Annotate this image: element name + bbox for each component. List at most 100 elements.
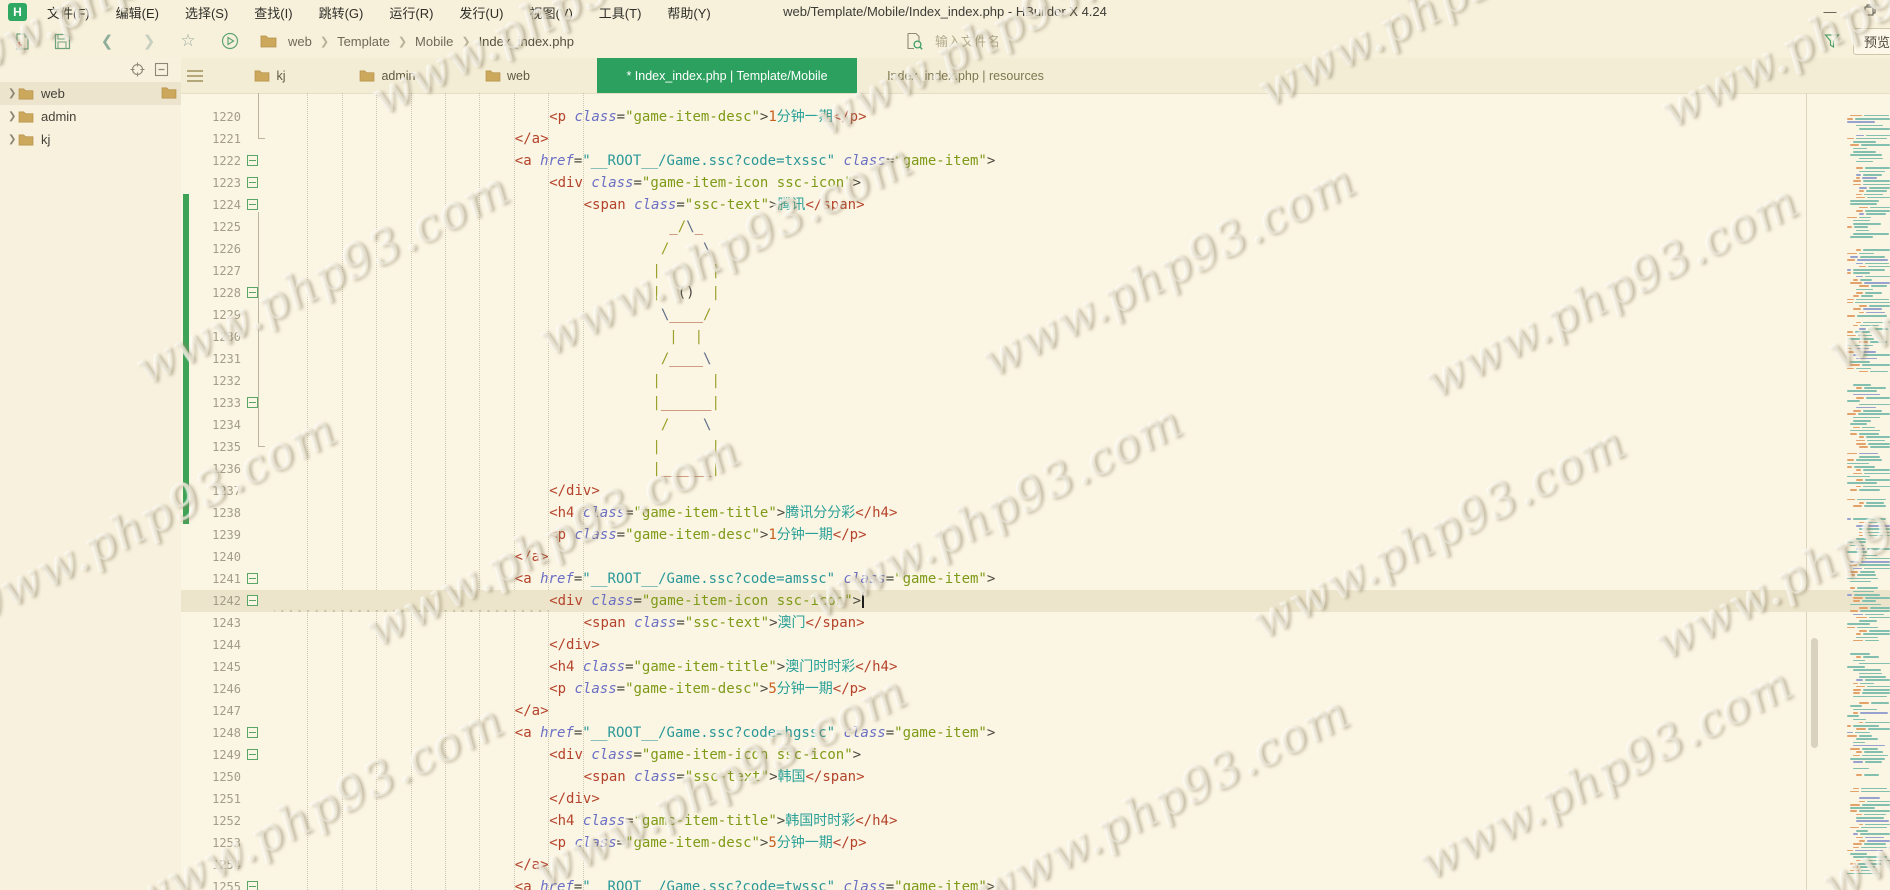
sidebar-item-kj[interactable]: ❯kj — [0, 128, 181, 151]
code-line-1225[interactable]: 1225 _/\_ — [181, 216, 1890, 238]
code-line-1230[interactable]: 1230 | | — [181, 326, 1890, 348]
fold-marker[interactable] — [247, 397, 258, 408]
chevron-right-icon[interactable]: ❯ — [8, 134, 18, 145]
forward-icon[interactable]: ❯ — [139, 31, 159, 51]
code-line-1221[interactable]: 1221</a> — [181, 128, 1890, 150]
breadcrumb-item-3[interactable]: Index_index.php — [479, 34, 574, 49]
menu-item-4[interactable]: 跳转(G) — [306, 3, 377, 22]
code-line-1248[interactable]: 1248<a href="__ROOT__/Game.ssc?code=hgss… — [181, 722, 1890, 744]
scrollbar-thumb[interactable] — [1811, 638, 1818, 748]
code-line-1232[interactable]: 1232| | — [181, 370, 1890, 392]
code-line-1233[interactable]: 1233|______| — [181, 392, 1890, 414]
collapse-all-icon[interactable] — [154, 62, 169, 77]
minimap-mark — [1859, 630, 1890, 632]
minimap-mark — [1853, 410, 1890, 412]
fold-marker[interactable] — [247, 573, 258, 584]
menu-item-1[interactable]: 编辑(E) — [103, 3, 172, 22]
code-line-1255[interactable]: 1255<a href="__ROOT__/Game.ssc?code=twss… — [181, 876, 1890, 890]
minimap[interactable] — [1845, 105, 1890, 890]
tab-list-icon[interactable] — [187, 67, 203, 81]
code-line-1237[interactable]: 1237</div> — [181, 480, 1890, 502]
fold-marker[interactable] — [247, 881, 258, 890]
minimap-mark — [1845, 495, 1890, 497]
fold-marker[interactable] — [247, 155, 258, 166]
minimap-mark — [1853, 600, 1890, 602]
tab-0[interactable]: kj — [235, 58, 305, 93]
code-line-1239[interactable]: 1239<p class="game-item-desc">1分钟一期</p> — [181, 524, 1890, 546]
locate-file-icon[interactable] — [130, 62, 145, 77]
code-line-1247[interactable]: 1247</a> — [181, 700, 1890, 722]
maximize-button[interactable] — [1864, 4, 1880, 20]
code-line-1231[interactable]: 1231 /____\ — [181, 348, 1890, 370]
funnel-icon[interactable] — [1822, 31, 1842, 51]
code-line-1244[interactable]: 1244</div> — [181, 634, 1890, 656]
breadcrumb-item-2[interactable]: Mobile — [415, 34, 453, 49]
code-line-1223[interactable]: 1223<div class="game-item-icon ssc-icon"… — [181, 172, 1890, 194]
code-line-1222[interactable]: 1222<a href="__ROOT__/Game.ssc?code=txss… — [181, 150, 1890, 172]
menu-item-6[interactable]: 发行(U) — [446, 3, 516, 22]
back-icon[interactable]: ❮ — [97, 31, 117, 51]
fold-marker[interactable] — [247, 749, 258, 760]
chevron-right-icon[interactable]: ❯ — [8, 88, 18, 99]
sidebar-item-admin[interactable]: ❯admin — [0, 105, 181, 128]
tab-2[interactable]: web — [465, 58, 550, 93]
fold-marker[interactable] — [247, 287, 258, 298]
minimap-mark — [1856, 656, 1890, 658]
tab-4[interactable]: Index_index.php | resources — [858, 58, 1073, 93]
fold-marker[interactable] — [247, 595, 258, 606]
menu-item-5[interactable]: 运行(R) — [376, 3, 446, 22]
code-text: | | — [652, 370, 720, 392]
code-line-1227[interactable]: 1227| | — [181, 260, 1890, 282]
code-line-1251[interactable]: 1251</div> — [181, 788, 1890, 810]
fold-marker[interactable] — [247, 199, 258, 210]
chevron-right-icon[interactable]: ❯ — [8, 111, 18, 122]
code-line-1226[interactable]: 1226 / \ — [181, 238, 1890, 260]
tab-active-file[interactable]: * Index_index.php | Template/Mobile — [597, 58, 857, 93]
code-line-1253[interactable]: 1253<p class="game-item-desc">5分钟一期</p> — [181, 832, 1890, 854]
code-line-1228[interactable]: 1228| () | — [181, 282, 1890, 304]
code-line-1220[interactable]: 1220<p class="game-item-desc">1分钟一期</p> — [181, 106, 1890, 128]
code-line-1236[interactable]: 1236|______| — [181, 458, 1890, 480]
new-file-icon[interactable] — [12, 31, 32, 51]
code-text: | | — [652, 326, 703, 348]
code-line-1234[interactable]: 1234 / \ — [181, 414, 1890, 436]
code-line-1245[interactable]: 1245<h4 class="game-item-title">澳门时时彩</h… — [181, 656, 1890, 678]
minimap-mark — [1850, 653, 1890, 655]
fold-marker[interactable] — [247, 177, 258, 188]
tab-1[interactable]: admin — [340, 58, 435, 93]
minimap-mark — [1856, 617, 1890, 619]
code-line-1242[interactable]: 1242<div class="game-item-icon ssc-icon"… — [181, 590, 1890, 612]
code-line-1252[interactable]: 1252<h4 class="game-item-title">韩国时时彩</h… — [181, 810, 1890, 832]
star-icon[interactable]: ☆ — [178, 31, 198, 51]
preview-button[interactable]: 预览 — [1853, 28, 1890, 55]
menu-item-2[interactable]: 选择(S) — [172, 3, 241, 22]
minimize-button[interactable]: — — [1822, 4, 1838, 20]
search-input[interactable] — [933, 33, 1087, 50]
breadcrumb-item-1[interactable]: Template — [337, 34, 390, 49]
open-folder-icon[interactable] — [161, 86, 177, 99]
breadcrumb-item-0[interactable]: web — [288, 34, 312, 49]
code-line-1240[interactable]: 1240</a> — [181, 546, 1890, 568]
code-line-1243[interactable]: 1243<span class="ssc-text">澳门</span> — [181, 612, 1890, 634]
code-line-1241[interactable]: 1241<a href="__ROOT__/Game.ssc?code=amss… — [181, 568, 1890, 590]
file-search-icon[interactable] — [905, 32, 923, 50]
code-line-1246[interactable]: 1246<p class="game-item-desc">5分钟一期</p> — [181, 678, 1890, 700]
menu-item-0[interactable]: 文件(F) — [34, 3, 103, 22]
code-line-1238[interactable]: 1238<h4 class="game-item-title">腾讯分分彩</h… — [181, 502, 1890, 524]
code-line-1254[interactable]: 1254</a> — [181, 854, 1890, 876]
minimap-mark — [1856, 837, 1890, 839]
code-area[interactable]: 1220<p class="game-item-desc">1分钟一期</p>1… — [181, 93, 1890, 890]
sidebar-item-web[interactable]: ❯web — [0, 82, 181, 105]
menu-item-9[interactable]: 帮助(Y) — [654, 3, 723, 22]
fold-marker[interactable] — [247, 727, 258, 738]
code-line-1224[interactable]: 1224<span class="ssc-text">腾讯</span> — [181, 194, 1890, 216]
save-icon[interactable] — [52, 31, 72, 51]
code-line-1229[interactable]: 1229 \____/ — [181, 304, 1890, 326]
code-line-1250[interactable]: 1250<span class="ssc-text">韩国</span> — [181, 766, 1890, 788]
run-icon[interactable] — [220, 31, 240, 51]
menu-item-3[interactable]: 查找(I) — [241, 3, 305, 22]
menu-item-8[interactable]: 工具(T) — [586, 3, 655, 22]
menu-item-7[interactable]: 视图(V) — [516, 3, 585, 22]
code-line-1249[interactable]: 1249<div class="game-item-icon ssc-icon"… — [181, 744, 1890, 766]
code-line-1235[interactable]: 1235| | — [181, 436, 1890, 458]
